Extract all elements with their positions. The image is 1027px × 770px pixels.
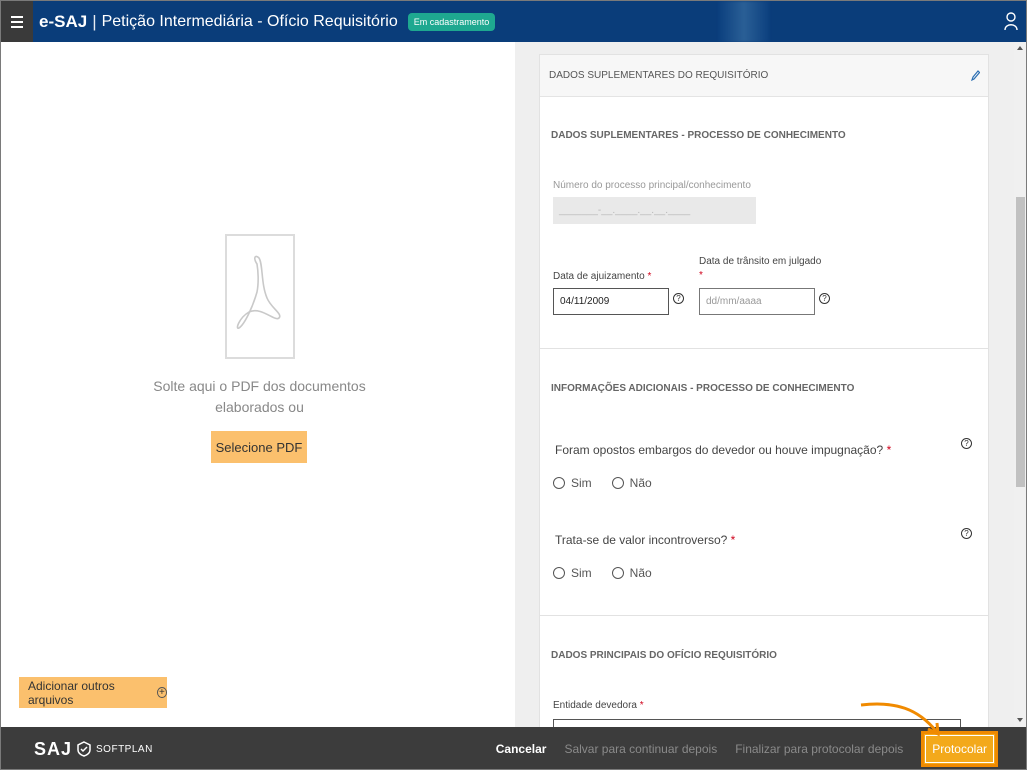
status-badge: Em cadastramento <box>407 12 496 31</box>
section-divider <box>540 348 988 349</box>
page-title: Petição Intermediária - Ofício Requisitó… <box>101 12 398 30</box>
finalize-later-button[interactable]: Finalizar para protocolar depois <box>735 742 903 756</box>
card-title: DADOS SUPLEMENTARES DO REQUISITÓRIO <box>549 70 769 81</box>
section-divider <box>540 615 988 616</box>
top-bar: e-SAJ | Petição Intermediária - Ofício R… <box>1 1 1026 42</box>
supplementary-data-card: DADOS SUPLEMENTARES DO REQUISITÓRIO DADO… <box>539 54 989 727</box>
pdf-drop-area[interactable]: Solte aqui o PDF dos documentos elaborad… <box>2 42 515 727</box>
saj-logo-text: SAJ <box>34 738 73 759</box>
edit-pencil-icon[interactable] <box>970 69 980 82</box>
scrollbar[interactable] <box>1014 42 1026 727</box>
add-files-label: Adicionar outros arquivos <box>28 678 115 707</box>
pdf-document-icon <box>225 234 295 359</box>
help-icon[interactable]: ? <box>673 293 684 304</box>
section-title-dados-principais: DADOS PRINCIPAIS DO OFÍCIO REQUISITÓRIO <box>551 650 777 661</box>
incontroverso-no-radio[interactable]: Não <box>611 566 652 580</box>
embargos-no-radio[interactable]: Não <box>611 476 652 490</box>
help-icon[interactable]: ? <box>819 293 830 304</box>
save-for-later-button[interactable]: Salvar para continuar depois <box>564 742 717 756</box>
app-window: e-SAJ | Petição Intermediária - Ofício R… <box>0 0 1027 770</box>
brand-name: e-SAJ <box>39 11 88 31</box>
incontroverso-yes-radio[interactable]: Sim <box>553 566 592 580</box>
scroll-up-arrow-icon[interactable] <box>1017 46 1023 50</box>
ajuizamento-label: Data de ajuizamento * <box>553 271 652 282</box>
scroll-down-arrow-icon[interactable] <box>1017 718 1023 722</box>
embargos-yes-radio[interactable]: Sim <box>553 476 592 490</box>
form-panel: DADOS SUPLEMENTARES DO REQUISITÓRIO DADO… <box>515 42 1014 727</box>
blurred-user-area <box>718 1 770 42</box>
incontroverso-radio-group: Sim Não <box>553 566 652 580</box>
card-header: DADOS SUPLEMENTARES DO REQUISITÓRIO <box>540 55 988 97</box>
select-pdf-button[interactable]: Selecione PDF <box>211 431 307 463</box>
processo-input[interactable]: _______-__.____.__.__.____ <box>553 197 756 224</box>
plus-circle-icon: + <box>156 687 167 698</box>
section-title-info-adicionais: INFORMAÇÕES ADICIONAIS - PROCESSO DE CON… <box>551 383 855 394</box>
softplan-logo-text: SOFTPLAN <box>96 743 153 755</box>
incontroverso-question: Trata-se de valor incontroverso? * <box>555 533 736 547</box>
ajuizamento-date-input[interactable]: 04/11/2009 <box>553 288 669 315</box>
scroll-thumb[interactable] <box>1016 197 1025 487</box>
embargos-radio-group: Sim Não <box>553 476 652 490</box>
transito-label: Data de trânsito em julgado * <box>699 256 822 281</box>
highlight-arrow-icon <box>860 702 940 737</box>
help-icon[interactable]: ? <box>961 528 972 539</box>
transito-date-input[interactable]: dd/mm/aaaa <box>699 288 815 315</box>
title-separator: | <box>92 11 97 31</box>
embargos-question: Foram opostos embargos do devedor ou hou… <box>555 443 892 457</box>
section-title-conhecimento: DADOS SUPLEMENTARES - PROCESSO DE CONHEC… <box>551 130 846 141</box>
help-icon[interactable]: ? <box>961 438 972 449</box>
user-icon[interactable] <box>1004 11 1018 31</box>
saj-logo: SAJ SOFTPLAN <box>34 739 153 760</box>
entidade-label: Entidade devedora * <box>553 700 644 711</box>
drop-instructions: Solte aqui o PDF dos documentos elaborad… <box>153 378 366 415</box>
add-other-files-button[interactable]: Adicionar outros arquivos + <box>19 677 167 708</box>
processo-label: Número do processo principal/conheciment… <box>553 180 751 191</box>
hamburger-menu-icon[interactable] <box>1 1 33 42</box>
softplan-shield-icon <box>77 741 91 757</box>
cancel-button[interactable]: Cancelar <box>496 742 547 756</box>
